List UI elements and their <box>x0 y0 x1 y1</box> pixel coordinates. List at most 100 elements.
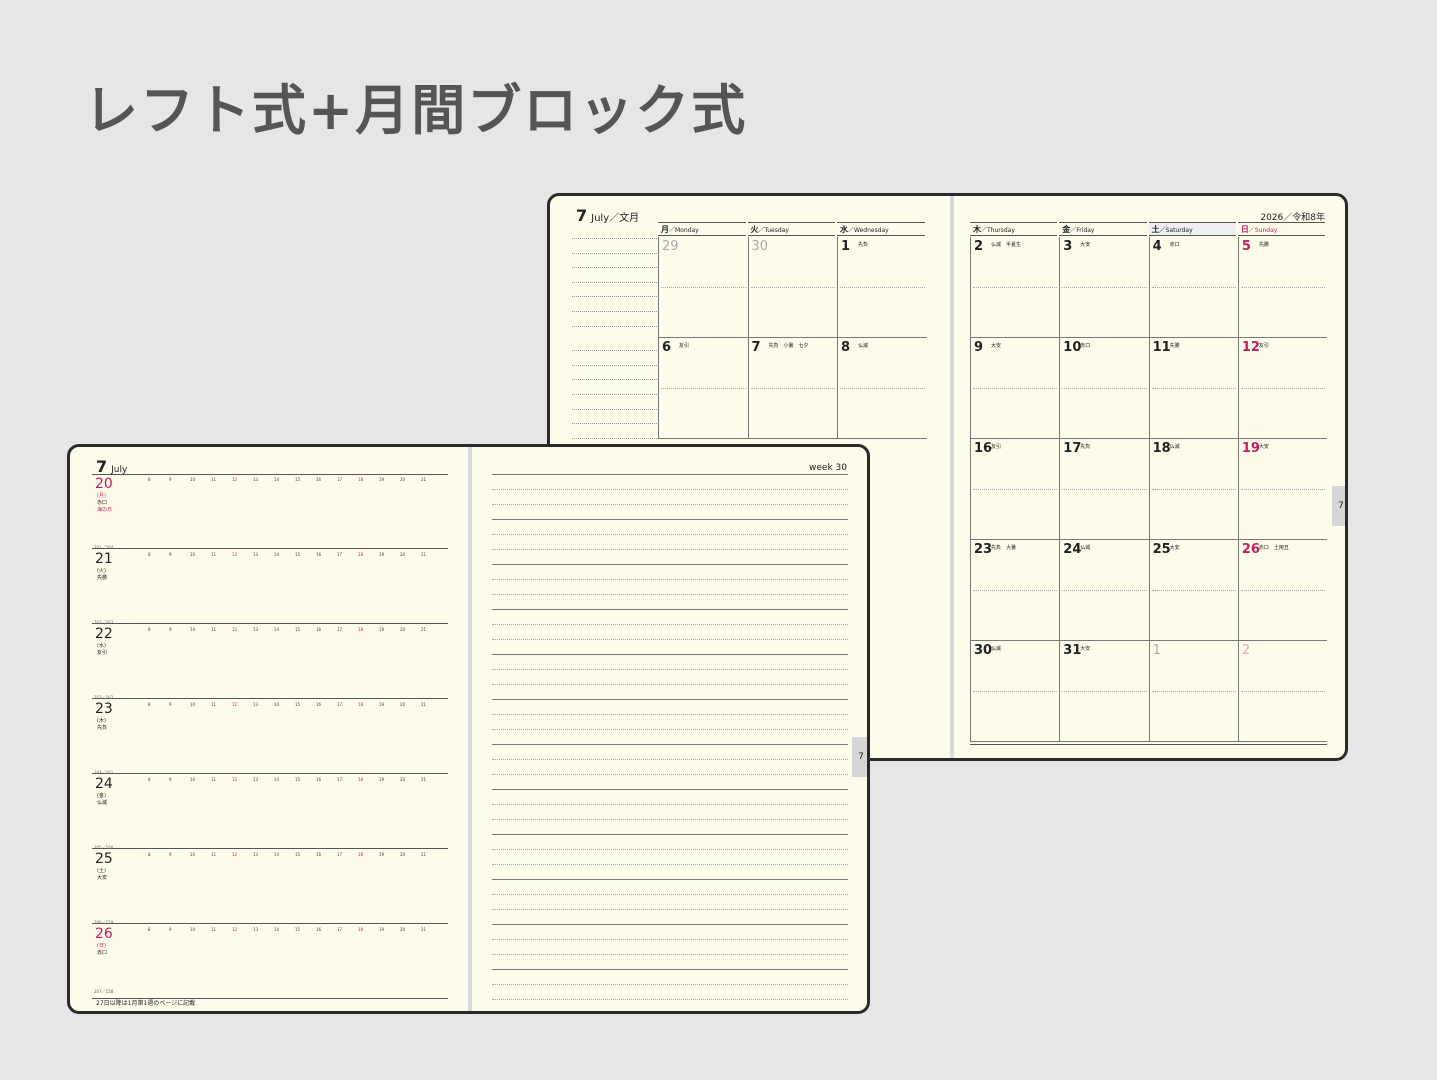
spine <box>468 447 472 1011</box>
day-row[interactable]: 26 (日) 赤口 206／159 8 9 10 11 12 13 14 15 16 17 18 19 20 21 <box>92 920 448 999</box>
note-line <box>492 789 848 790</box>
hour-label: 9 <box>169 477 172 482</box>
day-cell[interactable]: 26 赤口 土用丑 <box>1237 540 1328 641</box>
cell-divider <box>1240 691 1326 692</box>
day-row[interactable]: 23 (木) 先負 203／162 8 9 10 11 12 13 14 15 16 17 18 19 20 21 <box>92 695 448 774</box>
day-cell[interactable]: 1 <box>1148 641 1238 742</box>
day-cell[interactable]: 19 大安 <box>1237 439 1328 540</box>
hour-label: 17 <box>337 702 343 707</box>
rokuyo-label: 大安 <box>1080 646 1091 652</box>
footer-note: 27日以降は1月第1週のページに記載 <box>96 1000 196 1007</box>
day-cell[interactable]: 24 仏滅 <box>1059 540 1149 641</box>
day-of-week: (水) <box>97 643 106 649</box>
hour-scale: 8 9 10 11 12 13 14 15 16 17 18 19 20 21 <box>148 552 438 558</box>
weekday-en: ／Sunday <box>1248 227 1278 234</box>
day-row[interactable]: 25 (土) 大安 205／160 8 9 10 11 12 13 14 15 16 17 18 19 20 21 <box>92 845 448 924</box>
rokuyo-label: 友引 <box>1258 343 1269 349</box>
hour-label: 20 <box>400 852 406 857</box>
hour-label: 19 <box>379 477 385 482</box>
cell-divider <box>1062 388 1147 389</box>
day-row[interactable]: 21 (火) 先勝 201／164 8 9 10 11 12 13 14 15 16 17 18 19 20 21 <box>92 545 448 624</box>
day-cell[interactable]: 2 仏滅 半夏生 <box>970 237 1060 338</box>
day-cell[interactable]: 30 仏滅 <box>970 641 1060 742</box>
hour-label: 17 <box>337 927 343 932</box>
month-index-tab[interactable]: 7 <box>852 737 867 777</box>
day-number: 23 <box>95 701 113 717</box>
note-line <box>492 579 848 580</box>
weekday-jp: 土 <box>1151 225 1160 234</box>
day-of-week: (木) <box>97 718 106 724</box>
memo-line <box>572 423 657 425</box>
day-cell[interactable]: 31 大安 <box>1059 641 1149 742</box>
day-of-week: (金) <box>97 793 106 799</box>
hour-label: 19 <box>379 777 385 782</box>
note-line <box>492 714 848 715</box>
day-cell[interactable]: 12 友引 <box>1237 338 1328 439</box>
day-cell[interactable]: 11 先勝 <box>1148 338 1238 439</box>
note-line <box>492 564 848 565</box>
day-cell[interactable]: 8 仏滅 <box>837 338 927 439</box>
rokuyo-label: 先負 大暑 <box>991 545 1017 551</box>
day-cell[interactable]: 7 先負 小暑 七夕 <box>747 338 837 439</box>
hour-label: 13 <box>253 852 259 857</box>
day-cell[interactable]: 9 大安 <box>970 338 1060 439</box>
rokuyo-label: 仏滅 <box>991 646 1002 652</box>
memo-line <box>572 311 657 312</box>
day-cell[interactable]: 18 仏滅 <box>1148 439 1238 540</box>
day-cell[interactable]: 2 <box>1237 641 1328 742</box>
hour-label: 20 <box>400 702 406 707</box>
day-row[interactable]: 22 (水) 友引 202／163 8 9 10 11 12 13 14 15 16 17 18 19 20 21 <box>92 620 448 699</box>
day-row[interactable]: 20 (月) 赤口 海の日 8 9 10 11 12 13 14 15 16 17 18 19 20 21 <box>92 474 448 549</box>
weekday-en: ／Tuesday <box>758 227 789 234</box>
rokuyo-label: 大安 <box>1169 545 1180 551</box>
weekday-en: ／Wednesday <box>848 227 889 234</box>
hour-label: 17 <box>337 477 343 482</box>
day-cell[interactable]: 16 友引 <box>970 439 1060 540</box>
weekday-jp: 火 <box>750 225 759 234</box>
hour-label: 15 <box>295 627 301 632</box>
hour-label: 16 <box>316 477 322 482</box>
rokuyo-label: 仏滅 <box>1080 545 1091 551</box>
rokuyo-label: 先勝 <box>1258 242 1269 248</box>
cell-divider <box>1062 287 1147 288</box>
cell-divider <box>840 287 925 288</box>
day-cell[interactable]: 10 赤口 <box>1059 338 1149 439</box>
day-cell[interactable]: 17 先負 <box>1059 439 1149 540</box>
day-row[interactable]: 24 (金) 仏滅 204／161 8 9 10 11 12 13 14 15 16 17 18 19 20 21 <box>92 770 448 849</box>
day-number: 12 <box>1241 340 1260 355</box>
day-number: 5 <box>1241 239 1251 254</box>
day-cell[interactable]: 29 <box>658 237 748 338</box>
day-number: 11 <box>1152 340 1171 355</box>
note-line <box>492 924 848 925</box>
hour-label: 18 <box>358 702 364 707</box>
hour-label: 14 <box>274 777 280 782</box>
day-cell[interactable]: 3 大安 <box>1059 237 1149 338</box>
day-cell[interactable]: 4 赤口 <box>1148 237 1238 338</box>
rokuyo-label: 赤口 土用丑 <box>1258 545 1289 551</box>
memo-line <box>572 394 657 395</box>
memo-line <box>572 408 657 410</box>
note-line <box>492 864 848 865</box>
cell-divider <box>1240 590 1326 591</box>
day-cell[interactable]: 23 先負 大暑 <box>970 540 1060 641</box>
hour-label: 8 <box>148 702 151 707</box>
hour-label: 21 <box>421 552 427 557</box>
hour-label: 20 <box>400 777 406 782</box>
hour-label: 19 <box>379 627 385 632</box>
rokuyo-label: 仏滅 <box>1169 444 1180 450</box>
month-number: 7 <box>576 206 588 225</box>
day-number: 17 <box>1063 441 1082 456</box>
day-cell[interactable]: 6 友引 <box>658 338 748 439</box>
note-line <box>492 879 848 880</box>
day-cell[interactable]: 30 <box>747 237 837 338</box>
day-cell[interactable]: 25 大安 <box>1148 540 1238 641</box>
month-index-tab[interactable]: 7 <box>1332 486 1345 526</box>
hour-label: 9 <box>169 927 172 932</box>
day-cell[interactable]: 1 先負 <box>837 237 927 338</box>
day-number: 22 <box>95 626 113 642</box>
day-of-week: (日) <box>97 943 106 949</box>
note-line <box>492 474 848 475</box>
day-cell[interactable]: 5 先勝 <box>1237 237 1328 338</box>
day-count: 202／163 <box>94 620 114 625</box>
hour-label: 18 <box>358 477 364 482</box>
